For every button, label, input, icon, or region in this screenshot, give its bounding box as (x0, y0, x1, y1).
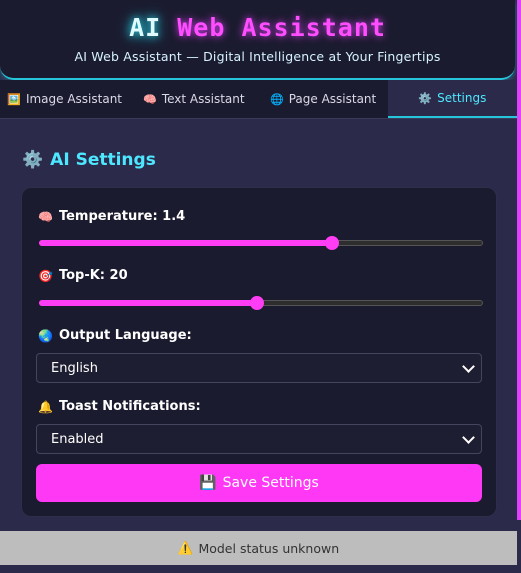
right-accent-bar (517, 0, 521, 520)
tab-label: Settings (437, 91, 487, 105)
temperature-label-text: Temperature: 1.4 (58, 209, 186, 224)
target-icon: 🎯 (38, 268, 53, 283)
tab-bar: 🖼️ Image Assistant 🧠 Text Assistant 🌐 Pa… (0, 80, 517, 119)
save-settings-button[interactable]: 💾 Save Settings (36, 464, 482, 502)
app-subtitle: AI Web Assistant — Digital Intelligence … (74, 49, 441, 64)
toast-label: 🔔 Toast Notifications: (38, 399, 201, 414)
temperature-label: 🧠 Temperature: 1.4 (38, 209, 185, 224)
slider-fill (39, 300, 257, 306)
topk-label-text: Top-K: 20 (58, 268, 128, 283)
settings-card: 🧠 Temperature: 1.4 🎯 Top-K: 20 🌏 Output … (21, 187, 497, 517)
slider-thumb[interactable] (325, 236, 340, 250)
toast-select-value: Enabled (51, 431, 104, 447)
app-title-rest: Web Assistant (177, 13, 386, 42)
tab-page-assistant[interactable]: 🌐 Page Assistant (259, 80, 388, 118)
toast-select[interactable]: Enabled (36, 424, 482, 454)
app-header: AI Web Assistant AI Web Assistant — Digi… (0, 0, 515, 80)
topk-label: 🎯 Top-K: 20 (38, 268, 128, 283)
chevron-down-icon (462, 360, 475, 373)
save-settings-label: Save Settings (222, 475, 319, 491)
language-label-text: Output Language: (58, 328, 192, 343)
floppy-disk-icon: 💾 (199, 475, 217, 491)
temperature-slider[interactable] (39, 236, 483, 250)
app-title: AI Web Assistant (0, 13, 515, 43)
toast-label-text: Toast Notifications: (58, 399, 201, 414)
tab-settings[interactable]: ⚙️ Settings (387, 80, 517, 118)
topk-slider[interactable] (39, 296, 483, 310)
section-title-text: AI Settings (50, 150, 156, 170)
slider-fill (39, 240, 333, 246)
tab-label: Page Assistant (288, 92, 377, 106)
globe-icon: 🌐 (270, 92, 284, 106)
tab-label: Text Assistant (161, 92, 245, 106)
section-title: ⚙️ AI Settings (22, 150, 156, 170)
chevron-down-icon (462, 431, 475, 444)
brain-icon: 🧠 (143, 92, 157, 106)
language-label: 🌏 Output Language: (38, 328, 192, 343)
gear-icon: ⚙️ (22, 150, 44, 170)
app-title-ai: AI (129, 13, 162, 42)
warning-icon: ⚠️ (177, 540, 194, 555)
globe-icon: 🌏 (38, 328, 53, 343)
tab-label: Image Assistant (25, 92, 123, 106)
status-text: Model status unknown (198, 540, 340, 556)
tab-text-assistant[interactable]: 🧠 Text Assistant (129, 80, 258, 118)
brain-icon: 🧠 (38, 209, 53, 224)
status-bar: ⚠️ Model status unknown (0, 531, 517, 565)
image-icon: 🖼️ (7, 92, 21, 106)
slider-thumb[interactable] (249, 296, 264, 310)
language-select-value: English (51, 360, 98, 376)
gear-icon: ⚙️ (418, 91, 433, 105)
language-select[interactable]: English (36, 353, 482, 383)
tab-image-assistant[interactable]: 🖼️ Image Assistant (0, 80, 129, 118)
bell-icon: 🔔 (38, 399, 53, 414)
